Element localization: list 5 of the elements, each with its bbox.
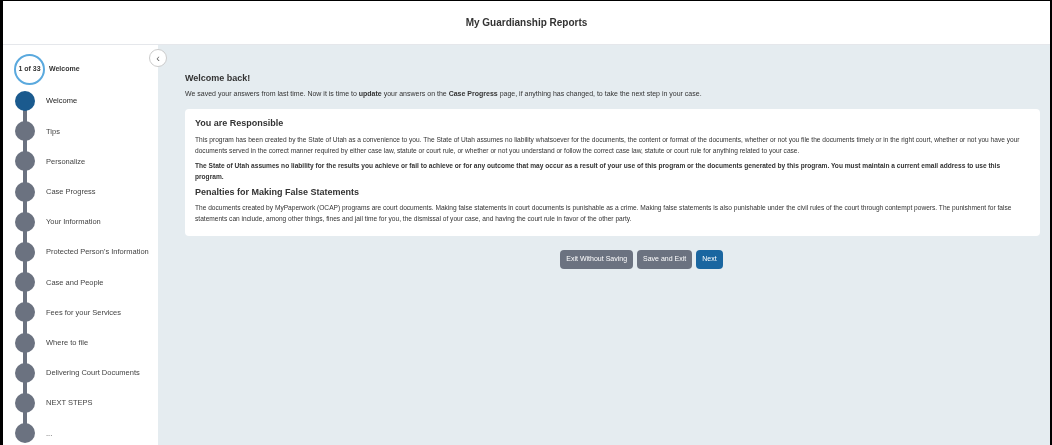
section-heading: You are Responsible (195, 117, 285, 130)
welcome-heading: Welcome back! (185, 72, 252, 85)
collapse-button[interactable]: ‹ (149, 49, 167, 67)
page-title: My Guardianship Reports (465, 16, 588, 30)
section-heading: Penalties for Making False Statements (195, 185, 361, 199)
